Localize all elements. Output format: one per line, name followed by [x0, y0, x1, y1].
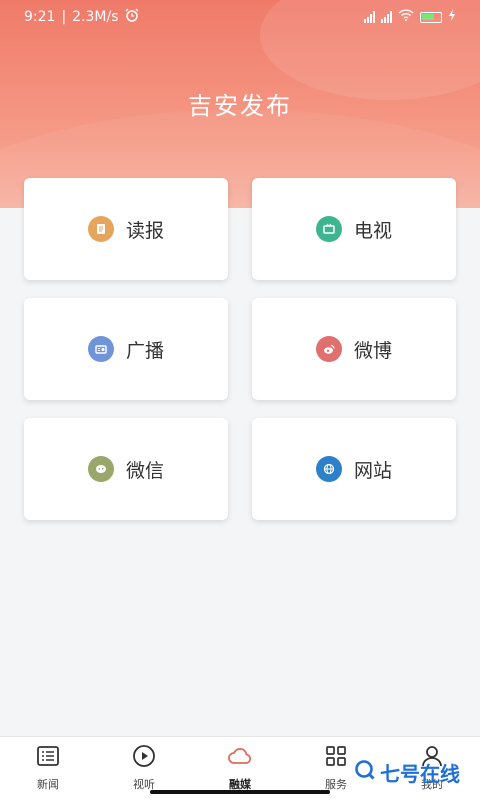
weibo-icon: [315, 336, 342, 362]
card-label: 网站: [353, 459, 392, 482]
nav-item-news[interactable]: 新闻: [0, 743, 96, 792]
play-icon: [131, 743, 157, 773]
card-label: 微博: [353, 339, 392, 362]
nav-item-rongmei[interactable]: 融媒: [192, 743, 288, 792]
grid-apps-icon: [323, 743, 349, 773]
card-tv[interactable]: 电视: [252, 178, 456, 280]
wechat-icon: [87, 456, 114, 482]
status-speed: 2.3M/s: [72, 9, 119, 25]
nav-item-media[interactable]: 视听: [96, 743, 192, 792]
wifi-icon: [398, 9, 414, 25]
page-title: 吉安发布: [188, 92, 292, 120]
card-weibo[interactable]: 微博: [252, 298, 456, 400]
signal-2-icon: [381, 11, 392, 23]
card-wechat[interactable]: 微信: [24, 418, 228, 520]
charging-icon: [448, 9, 456, 25]
alarm-icon: [125, 8, 139, 26]
globe-icon: [315, 456, 342, 482]
radio-icon: [87, 336, 114, 362]
nav-label: 新闻: [37, 778, 59, 791]
card-label: 读报: [125, 219, 164, 242]
search-q-icon: [354, 759, 376, 787]
status-time: 9:21: [24, 9, 56, 25]
news-list-icon: [35, 743, 61, 773]
card-label: 广播: [125, 339, 164, 362]
watermark-text: 七号在线: [380, 762, 460, 786]
card-radio[interactable]: 广播: [24, 298, 228, 400]
newspaper-icon: [87, 216, 114, 242]
tv-icon: [315, 216, 342, 242]
signal-1-icon: [364, 11, 375, 23]
card-newspaper[interactable]: 读报: [24, 178, 228, 280]
service-grid: 读报 电视 广播 微博 微信 网站: [24, 178, 456, 520]
card-website[interactable]: 网站: [252, 418, 456, 520]
watermark-logo: 七号在线: [354, 758, 460, 787]
status-bar: 9:21 | 2.3M/s: [0, 0, 480, 34]
cloud-icon: [227, 743, 253, 773]
card-label: 微信: [125, 459, 164, 482]
battery-icon: [420, 11, 442, 23]
card-label: 电视: [353, 219, 392, 242]
home-indicator[interactable]: [150, 790, 330, 794]
